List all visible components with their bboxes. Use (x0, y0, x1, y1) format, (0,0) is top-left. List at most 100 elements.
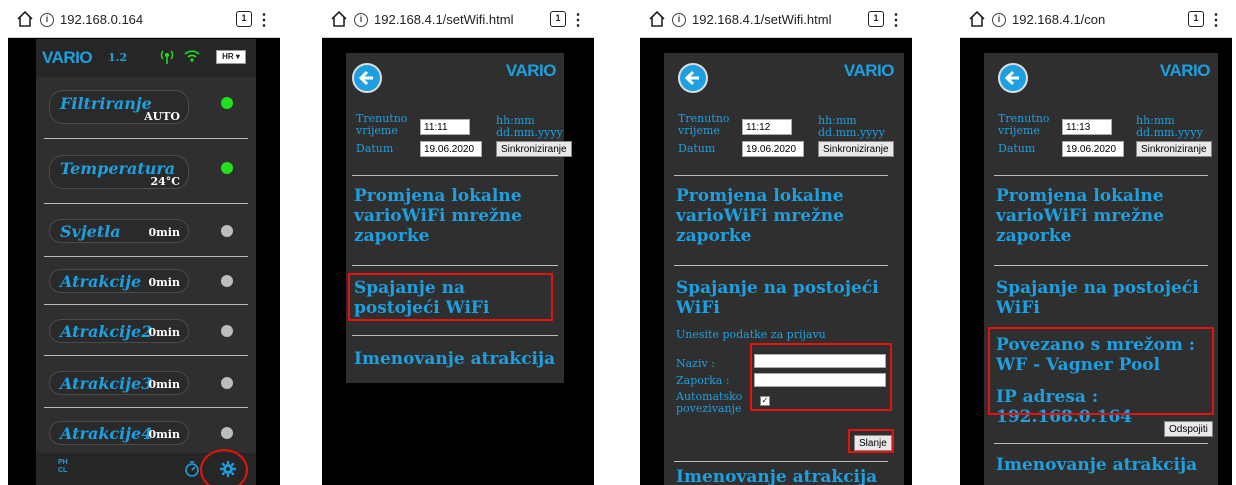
atrakcije-button[interactable]: Atrakcije 0min (49, 269, 189, 293)
settings-highlight-circle (200, 449, 248, 485)
home-icon[interactable] (648, 10, 666, 28)
settings-panel: VARIO Trenutno vrijeme 11:11 hh:mm Datum… (346, 53, 572, 383)
sync-button[interactable]: Sinkroniziranje (1136, 141, 1212, 157)
divider (44, 304, 248, 305)
time-input[interactable]: 11:13 (1062, 119, 1112, 135)
more-menu-icon[interactable]: ⋮ (570, 10, 586, 30)
divider (44, 256, 248, 257)
item-label: Svjetla (60, 222, 121, 241)
item-status: 24°C (150, 175, 180, 188)
back-button[interactable] (352, 63, 382, 93)
arrow-left-icon (1004, 70, 1019, 86)
date-input[interactable]: 19.06.2020 (742, 141, 804, 157)
date-label: Datum (998, 142, 1036, 155)
svjetla-button[interactable]: Svjetla 0min (49, 219, 189, 243)
more-menu-icon[interactable]: ⋮ (256, 10, 272, 30)
atrakcije2-button[interactable]: Atrakcije2 0min (49, 319, 189, 343)
time-label: Trenutno vrijeme (356, 112, 408, 137)
date-input[interactable]: 19.06.2020 (420, 141, 482, 157)
status-dot (221, 325, 233, 337)
url-text[interactable]: 192.168.4.1/con (1012, 12, 1105, 27)
divider (674, 175, 888, 176)
divider (352, 175, 558, 176)
back-button[interactable] (678, 63, 708, 93)
date-label: Datum (356, 142, 394, 155)
divider (44, 203, 248, 204)
highlight-box (750, 343, 892, 411)
timer-icon[interactable] (184, 461, 200, 477)
tab-count-icon[interactable]: 1 (550, 11, 566, 27)
more-menu-icon[interactable]: ⋮ (888, 10, 904, 30)
url-text[interactable]: 192.168.4.1/setWifi.html (374, 12, 513, 27)
date-input[interactable]: 19.06.2020 (1062, 141, 1124, 157)
item-label: Atrakcije3 (60, 374, 153, 393)
connect-wifi-link[interactable]: Spajanje na postojeći WiFi (676, 278, 886, 318)
status-dot (221, 225, 233, 237)
antenna-icon (160, 50, 174, 64)
arrow-left-icon (358, 70, 373, 86)
vario-logo: VARIO (843, 61, 895, 80)
disconnect-button[interactable]: Odspojiti (1164, 421, 1213, 437)
sync-button[interactable]: Sinkroniziranje (496, 141, 572, 157)
date-format-hint: dd.mm.yyyy (1136, 126, 1203, 139)
home-icon[interactable] (968, 10, 986, 28)
change-password-link[interactable]: Promjena lokalne varioWiFi mrežne zapork… (354, 186, 554, 246)
temperatura-button[interactable]: Temperatura 24°C (49, 155, 189, 189)
more-menu-icon[interactable]: ⋮ (1208, 10, 1224, 30)
wifi-icon (184, 50, 200, 62)
language-select[interactable]: HR ▾ (216, 50, 246, 64)
connect-wifi-link[interactable]: Spajanje na postojeći WiFi (996, 278, 1206, 318)
phone-screen-1: i 192.168.0.164 1 ⋮ VARIO 1.2 HR ▾ Filtr… (8, 4, 280, 485)
highlight-box (348, 273, 553, 321)
date-format-hint: dd.mm.yyyy (496, 126, 563, 139)
phone-screen-2: i 192.168.4.1/setWifi.html 1 ⋮ VARIO Tre… (322, 4, 594, 485)
tab-count-icon[interactable]: 1 (1188, 11, 1204, 27)
highlight-box (988, 327, 1214, 415)
browser-address-bar: i 192.168.0.164 1 ⋮ (8, 4, 280, 38)
atrakcije3-button[interactable]: Atrakcije3 0min (49, 371, 189, 395)
item-status: 0min (148, 226, 180, 239)
info-icon[interactable]: i (40, 13, 54, 27)
change-password-link[interactable]: Promjena lokalne varioWiFi mrežne zapork… (676, 186, 876, 246)
browser-address-bar: i 192.168.4.1/setWifi.html 1 ⋮ (640, 4, 912, 38)
info-icon[interactable]: i (354, 13, 368, 27)
time-input[interactable]: 11:12 (742, 119, 792, 135)
item-status: 0min (148, 378, 180, 391)
status-dot (221, 377, 233, 389)
home-icon[interactable] (16, 10, 34, 28)
change-password-link[interactable]: Promjena lokalne varioWiFi mrežne zapork… (996, 186, 1196, 246)
settings-panel: VARIO Trenutno vrijeme 11:12 hh:mm Datum… (664, 53, 904, 485)
phone-screen-3: i 192.168.4.1/setWifi.html 1 ⋮ VARIO Tre… (640, 4, 912, 485)
divider (994, 265, 1208, 266)
status-dot (221, 162, 233, 174)
home-icon[interactable] (330, 10, 348, 28)
time-input[interactable]: 11:11 (420, 119, 470, 135)
vario-logo: VARIO (505, 61, 557, 80)
divider (352, 335, 558, 336)
back-button[interactable] (998, 63, 1028, 93)
divider (994, 175, 1208, 176)
tab-count-icon[interactable]: 1 (236, 11, 252, 27)
highlight-box (848, 429, 894, 453)
name-attractions-link[interactable]: Imenovanje atrakcija (354, 349, 564, 369)
url-text[interactable]: 192.168.4.1/setWifi.html (692, 12, 831, 27)
info-icon[interactable]: i (992, 13, 1006, 27)
vario-logo: VARIO (1159, 61, 1211, 80)
ph-cl-icon[interactable]: PH CL (58, 459, 68, 475)
info-icon[interactable]: i (672, 13, 686, 27)
name-attractions-link[interactable]: Imenovanje atrakcija (676, 467, 896, 485)
panel-header: VARIO 1.2 HR ▾ (36, 39, 256, 77)
settings-panel: VARIO Trenutno vrijeme 11:13 hh:mm Datum… (984, 53, 1218, 485)
filtriranje-button[interactable]: Filtriranje AUTO (49, 90, 189, 124)
url-text[interactable]: 192.168.0.164 (60, 12, 143, 27)
name-attractions-link[interactable]: Imenovanje atrakcija (996, 455, 1216, 475)
atrakcije4-button[interactable]: Atrakcije4 0min (49, 421, 189, 445)
browser-address-bar: i 192.168.4.1/setWifi.html 1 ⋮ (322, 4, 594, 38)
date-format-hint: dd.mm.yyyy (818, 126, 885, 139)
divider (44, 355, 248, 356)
auto-connect-label: Automatsko povezivanje (676, 390, 743, 415)
sync-button[interactable]: Sinkroniziranje (818, 141, 894, 157)
arrow-left-icon (684, 70, 699, 86)
divider (994, 443, 1208, 444)
tab-count-icon[interactable]: 1 (868, 11, 884, 27)
